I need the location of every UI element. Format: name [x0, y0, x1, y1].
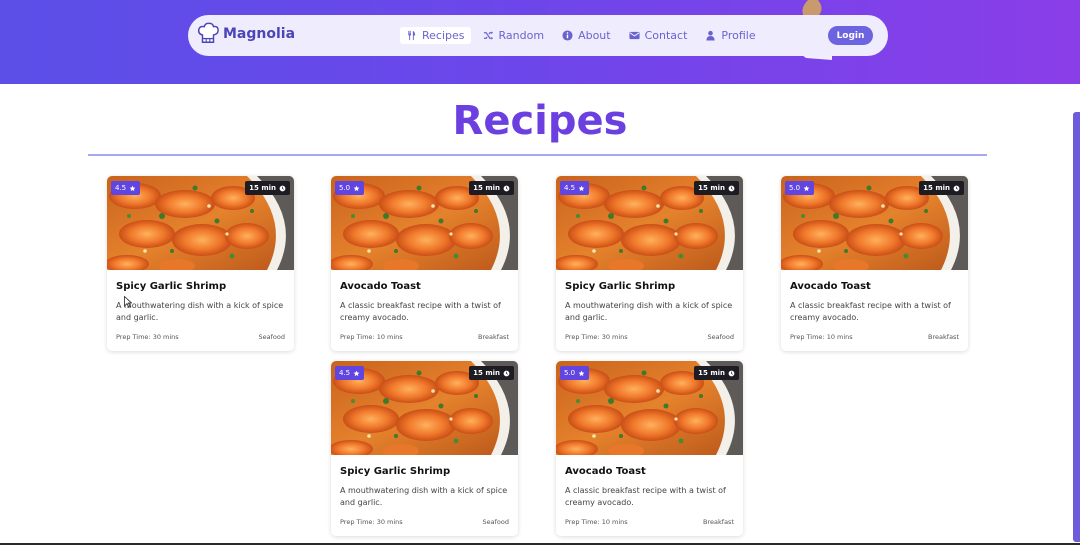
nav-link-label: Random — [498, 29, 545, 42]
clock-icon — [728, 185, 735, 192]
time-badge: 15 min — [694, 366, 739, 380]
page-title: Recipes — [452, 98, 628, 144]
nav-link-contact[interactable]: Contact — [629, 29, 688, 42]
time-value: 15 min — [473, 369, 500, 377]
recipe-card[interactable]: 4.5 15 min Spicy Garlic Shrimp A mouthwa… — [556, 176, 743, 351]
rating-badge: 5.0 — [560, 366, 590, 380]
recipe-title: Spicy Garlic Shrimp — [340, 466, 451, 477]
star-icon — [353, 185, 360, 192]
clock-icon — [279, 185, 286, 192]
info-icon — [562, 30, 573, 41]
recipe-card[interactable]: 4.5 15 min Spicy Garlic Shrimp A mouthwa… — [331, 361, 518, 536]
recipe-title: Avocado Toast — [790, 281, 871, 292]
recipe-category: Seafood — [707, 333, 734, 341]
time-badge: 15 min — [469, 366, 514, 380]
user-icon — [706, 30, 716, 41]
recipe-description: A mouthwatering dish with a kick of spic… — [340, 486, 508, 507]
recipe-card[interactable]: 4.5 15 min Spicy Garlic Shrimp A mouthwa… — [107, 176, 294, 351]
recipe-card[interactable]: 5.0 15 min Avocado Toast A classic break… — [556, 361, 743, 536]
time-badge: 15 min — [694, 181, 739, 195]
prep-time: Prep Time: 10 mins — [565, 518, 628, 526]
recipe-title: Spicy Garlic Shrimp — [565, 281, 676, 292]
nav-link-random[interactable]: Random — [483, 29, 545, 42]
shuffle-icon — [483, 31, 493, 40]
star-icon — [803, 185, 810, 192]
mouse-cursor-icon — [124, 296, 132, 308]
navbar: Magnolia Recipes Random About Contact Pr… — [188, 15, 888, 56]
recipe-title: Spicy Garlic Shrimp — [116, 281, 227, 292]
nav-links: Recipes Random About Contact Profile — [400, 15, 774, 56]
recipe-category: Seafood — [258, 333, 285, 341]
rating-badge: 4.5 — [560, 181, 590, 195]
time-value: 15 min — [249, 184, 276, 192]
recipe-category: Breakfast — [703, 518, 734, 526]
login-button[interactable]: Login — [828, 26, 873, 45]
time-value: 15 min — [923, 184, 950, 192]
brand-logo[interactable]: Magnolia — [197, 22, 295, 46]
clock-icon — [953, 185, 960, 192]
recipe-description: A classic breakfast recipe with a twist … — [790, 301, 951, 322]
prep-time: Prep Time: 30 mins — [340, 518, 403, 526]
rating-badge: 4.5 — [111, 181, 141, 195]
nav-link-label: About — [578, 29, 611, 42]
recipe-description: A classic breakfast recipe with a twist … — [565, 486, 726, 507]
time-badge: 15 min — [469, 181, 514, 195]
recipe-card[interactable]: 5.0 15 min Avocado Toast A classic break… — [781, 176, 968, 351]
recipe-category: Breakfast — [478, 333, 509, 341]
recipe-card[interactable]: 5.0 15 min Avocado Toast A classic break… — [331, 176, 518, 351]
clock-icon — [503, 185, 510, 192]
rating-value: 5.0 — [339, 184, 351, 192]
envelope-icon — [629, 31, 640, 40]
recipe-title: Avocado Toast — [340, 281, 421, 292]
star-icon — [129, 185, 136, 192]
rating-value: 4.5 — [115, 184, 127, 192]
recipe-title: Avocado Toast — [565, 466, 646, 477]
prep-time: Prep Time: 30 mins — [565, 333, 628, 341]
nav-link-label: Recipes — [422, 29, 465, 42]
time-value: 15 min — [698, 184, 725, 192]
nav-link-label: Contact — [644, 29, 688, 42]
recipe-category: Seafood — [482, 518, 509, 526]
star-icon — [578, 370, 585, 377]
nav-link-about[interactable]: About — [562, 29, 611, 42]
prep-time: Prep Time: 10 mins — [340, 333, 403, 341]
utensils-icon — [408, 30, 416, 41]
rating-badge: 4.5 — [335, 366, 365, 380]
time-badge: 15 min — [919, 181, 964, 195]
star-icon — [578, 185, 585, 192]
nav-link-label: Profile — [721, 29, 756, 42]
time-value: 15 min — [473, 184, 500, 192]
star-icon — [353, 370, 360, 377]
nav-link-profile[interactable]: Profile — [705, 29, 756, 42]
recipe-description: A mouthwatering dish with a kick of spic… — [116, 301, 284, 322]
time-value: 15 min — [698, 369, 725, 377]
page-scrollbar[interactable] — [1073, 112, 1080, 542]
clock-icon — [728, 370, 735, 377]
rating-value: 5.0 — [564, 369, 576, 377]
rating-badge: 5.0 — [785, 181, 815, 195]
recipe-description: A mouthwatering dish with a kick of spic… — [565, 301, 733, 322]
rating-value: 5.0 — [789, 184, 801, 192]
rating-value: 4.5 — [339, 369, 351, 377]
recipe-description: A classic breakfast recipe with a twist … — [340, 301, 501, 322]
brand-name: Magnolia — [223, 26, 296, 42]
nav-link-recipes[interactable]: Recipes — [400, 27, 471, 44]
hero-banner: Magnolia Recipes Random About Contact Pr… — [0, 0, 1080, 84]
recipe-category: Breakfast — [928, 333, 959, 341]
clock-icon — [503, 370, 510, 377]
prep-time: Prep Time: 30 mins — [116, 333, 179, 341]
prep-time: Prep Time: 10 mins — [790, 333, 853, 341]
time-badge: 15 min — [245, 181, 290, 195]
rating-badge: 5.0 — [335, 181, 365, 195]
title-divider — [88, 154, 987, 156]
chef-hat-icon — [197, 22, 219, 43]
rating-value: 4.5 — [564, 184, 576, 192]
